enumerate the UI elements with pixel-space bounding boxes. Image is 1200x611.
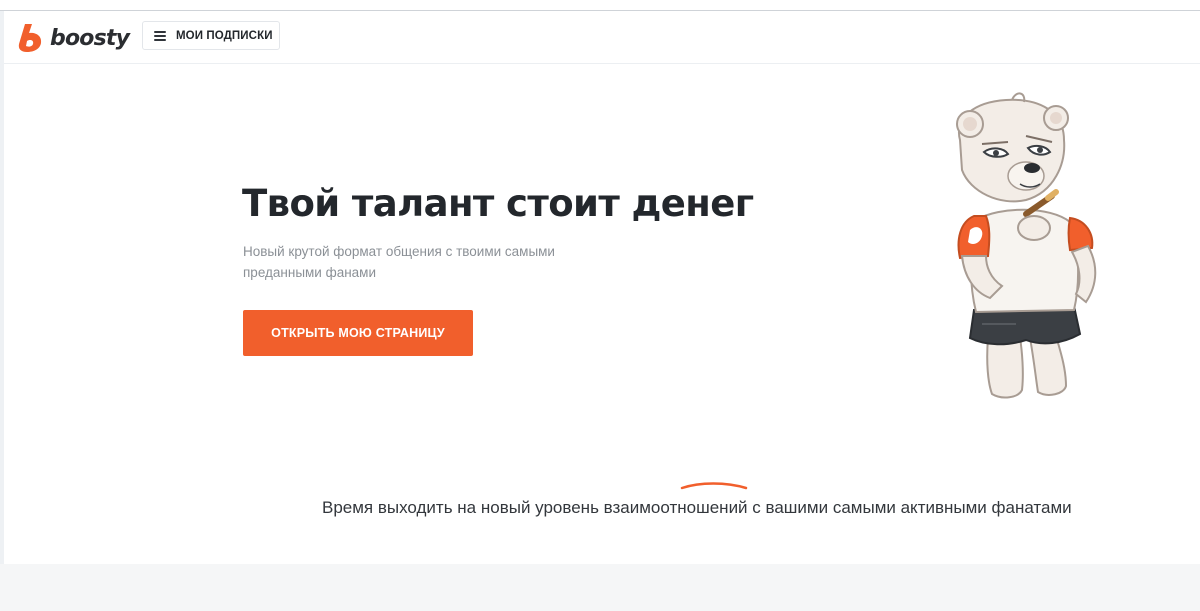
left-edge [0, 11, 4, 611]
my-subscriptions-button[interactable]: МОИ ПОДПИСКИ [142, 21, 280, 50]
tagline: Время выходить на новый уровень взаимоот… [322, 498, 1072, 517]
site-header: boosty МОИ ПОДПИСКИ [4, 11, 1200, 64]
open-my-page-button[interactable]: ОТКРЫТЬ МОЮ СТРАНИЦУ [243, 310, 473, 356]
hero-title: Твой талант стоит денег [242, 182, 754, 225]
boosty-logo[interactable]: boosty [16, 21, 130, 55]
hamburger-menu-icon [154, 30, 166, 41]
boosty-logo-icon [18, 24, 42, 52]
browser-top-strip [0, 0, 1200, 11]
decorative-swoosh [680, 482, 748, 490]
bottom-section-band [0, 564, 1200, 611]
bear-mascot-illustration [956, 92, 1097, 399]
my-subscriptions-label: МОИ ПОДПИСКИ [176, 29, 273, 42]
logo-text: boosty [50, 25, 130, 51]
hero-subtitle: Новый крутой формат общения с твоими сам… [243, 244, 555, 280]
